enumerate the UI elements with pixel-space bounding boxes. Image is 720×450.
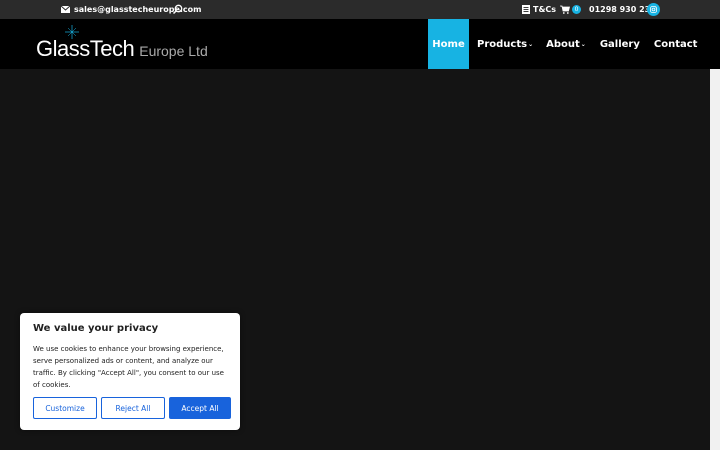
logo-text-tech: Tech [89,36,135,61]
document-icon [522,5,530,14]
cookie-body: We use cookies to enhance your browsing … [33,345,224,389]
nav-label-contact: Contact [653,38,698,50]
tcs-link[interactable]: T&Cs [522,0,556,19]
cart-link[interactable]: 0 [560,0,581,19]
nav-label-home: Home [432,38,465,50]
cart-icon [560,5,570,14]
phone-link[interactable]: 01298 930 238 [589,0,656,19]
chevron-down-icon: ⌄ [528,40,534,48]
cookie-consent-banner: We value your privacy We use cookies to … [20,313,240,430]
nav-item-about[interactable]: About ⌄ [537,19,590,69]
nav-label-products: Products [477,38,528,50]
accept-all-button[interactable]: Accept All [169,397,231,419]
logo[interactable]: Glass Tech Europe Ltd [36,25,208,61]
logo-text-europe: Europe Ltd [139,43,208,59]
top-bar: sales@glasstecheurope.com T&Cs 0 01298 9… [0,0,720,19]
main-nav: Home Products ⌄ About ⌄ Gallery Contact [428,19,697,69]
logo-text-glass: Glass [36,36,90,61]
scrollbar[interactable] [710,69,720,450]
logo-star-icon [65,25,79,39]
nav-item-contact[interactable]: Contact [648,19,698,69]
nav-label-about: About [546,38,580,50]
cart-count-badge: 0 [572,5,581,14]
instagram-icon [650,6,657,13]
envelope-icon [61,6,70,13]
nav-item-home[interactable]: Home [428,19,469,69]
chevron-down-icon: ⌄ [580,40,586,48]
instagram-link[interactable] [647,3,660,16]
customize-button[interactable]: Customize [33,397,97,419]
cookie-buttons: Customize Reject All Accept All [33,397,231,419]
nav-item-products[interactable]: Products ⌄ [469,19,537,69]
search-icon[interactable] [172,4,183,15]
site-header: Glass Tech Europe Ltd Home Products ⌄ Ab… [0,19,720,69]
nav-item-gallery[interactable]: Gallery [590,19,648,69]
reject-all-button[interactable]: Reject All [101,397,165,419]
tcs-label: T&Cs [533,5,557,14]
nav-label-gallery: Gallery [599,38,640,50]
cookie-title: We value your privacy [33,323,159,334]
